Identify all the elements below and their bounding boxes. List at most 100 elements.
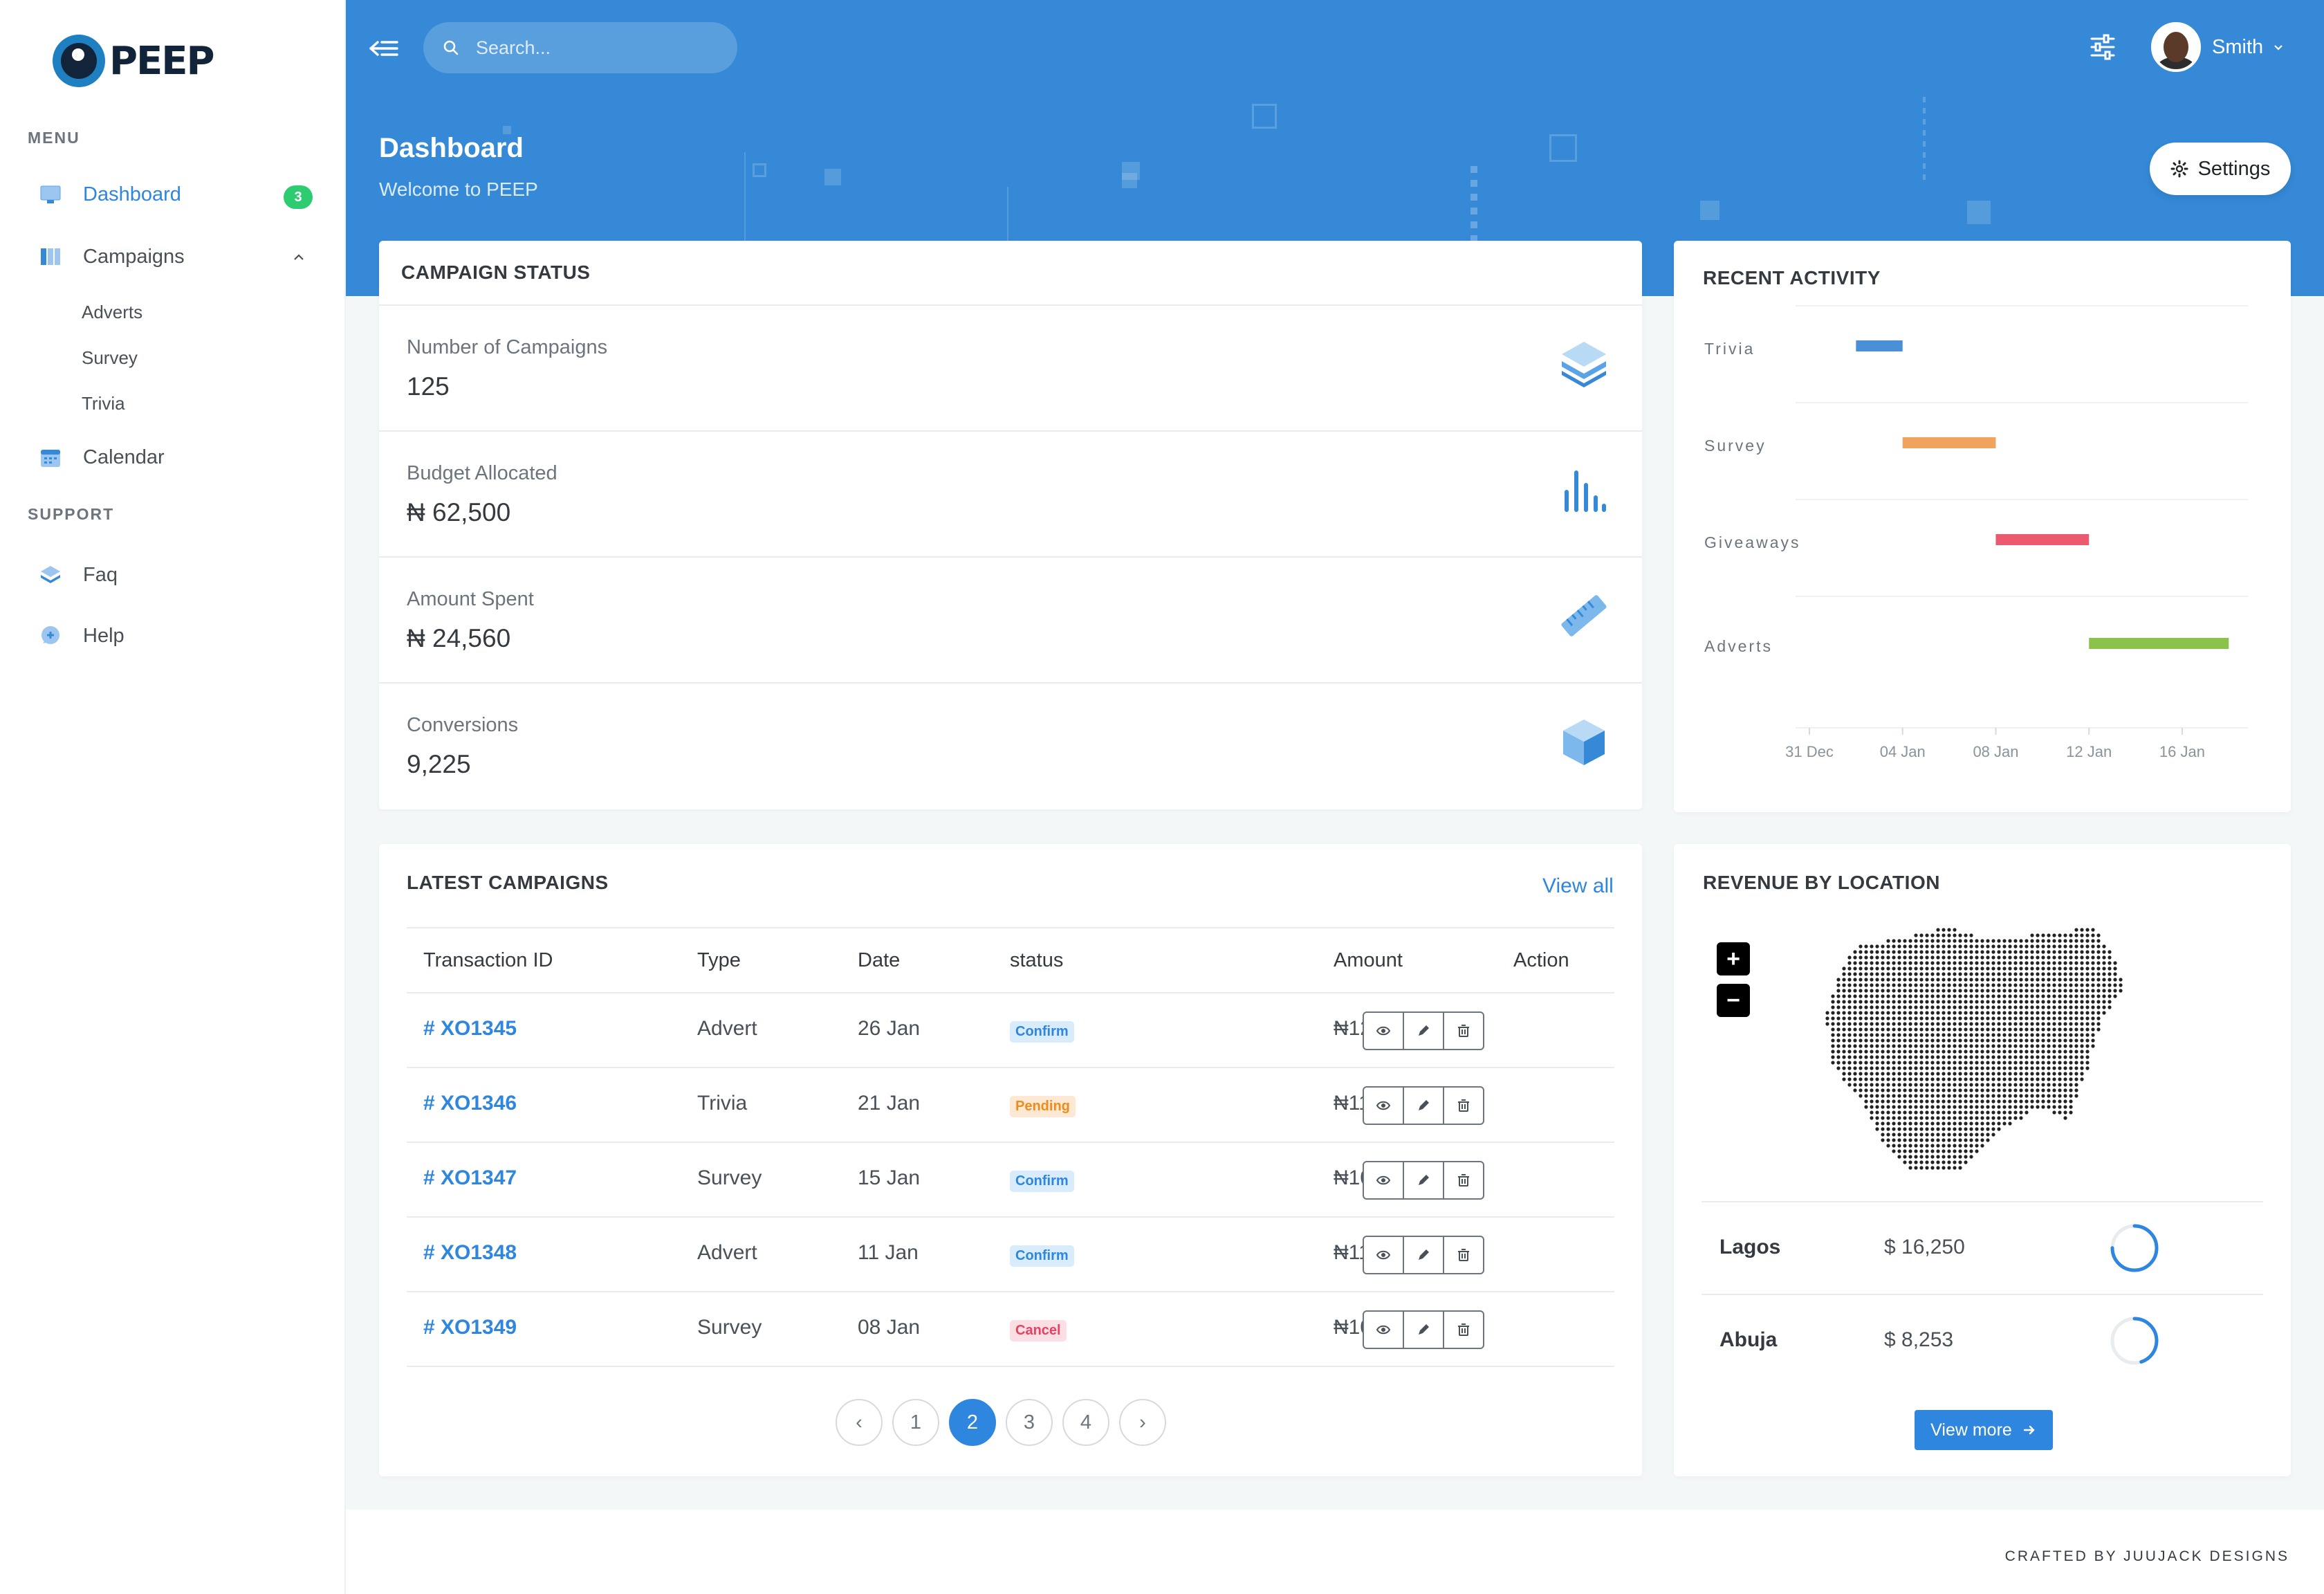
pencil-icon	[1419, 1324, 1429, 1335]
dot-map[interactable]	[1812, 920, 2137, 1172]
search-icon	[443, 40, 459, 55]
campaign-date: 26 Jan	[858, 1017, 921, 1040]
column-header[interactable]: Type	[697, 949, 741, 972]
chevron-up-icon[interactable]	[292, 250, 306, 264]
transaction-id-link[interactable]: # XO1347	[423, 1166, 517, 1190]
search-bar[interactable]	[423, 22, 737, 73]
delete-button[interactable]	[1443, 1161, 1484, 1200]
pagination-page-2[interactable]: 2	[949, 1399, 996, 1446]
activity-bar-trivia	[1856, 340, 1903, 351]
calendar-icon	[41, 450, 60, 467]
status-badge: Confirm	[1010, 1021, 1074, 1043]
trash-icon	[1458, 1025, 1469, 1037]
pagination-prev-button[interactable]: ‹	[836, 1399, 883, 1446]
ruler-icon	[1561, 595, 1607, 636]
layers-icon	[1562, 342, 1606, 387]
table-row: # XO1347 Survey 15 Jan ₦106 Confirm	[407, 1143, 1614, 1218]
view-all-link[interactable]: View all	[1542, 874, 1614, 898]
view-button[interactable]	[1363, 1011, 1404, 1050]
column-header[interactable]: status	[1010, 949, 1063, 972]
zoom-in-button[interactable]: +	[1717, 942, 1750, 975]
table-row: # XO1346 Trivia 21 Jan ₦112 Pending	[407, 1068, 1614, 1143]
page-title: Dashboard	[379, 133, 524, 163]
column-header[interactable]: Date	[858, 949, 900, 972]
sidebar-subitem-trivia[interactable]: Trivia	[82, 393, 125, 414]
decor-dots	[1923, 97, 1926, 180]
sidebar-item-campaigns[interactable]: Campaigns	[39, 245, 185, 268]
x-tick-label: 08 Jan	[1973, 743, 2018, 760]
delete-button[interactable]	[1443, 1011, 1484, 1050]
pagination-page-3[interactable]: 3	[1006, 1399, 1053, 1446]
chat-help-icon	[42, 626, 59, 644]
pagination-page-1[interactable]: 1	[892, 1399, 939, 1446]
search-input[interactable]	[476, 37, 711, 59]
edit-button[interactable]	[1403, 1011, 1444, 1050]
delete-button[interactable]	[1443, 1086, 1484, 1125]
location-amount: $ 8,253	[1884, 1328, 1954, 1351]
location-amount: $ 16,250	[1884, 1236, 1965, 1258]
location-row: Lagos $ 16,250	[1702, 1201, 2263, 1294]
location-city: Abuja	[1719, 1328, 1778, 1351]
pagination: ‹ 1 2 3 4 ›	[836, 1399, 1176, 1446]
pencil-icon	[1419, 1175, 1429, 1185]
gear-icon	[2170, 160, 2188, 178]
zoom-out-button[interactable]: −	[1717, 984, 1750, 1017]
edit-button[interactable]	[1403, 1236, 1444, 1274]
view-more-button[interactable]: View more	[1915, 1410, 2053, 1450]
transaction-id-link[interactable]: # XO1348	[423, 1241, 517, 1265]
user-name: Smith	[2212, 35, 2264, 58]
decor-dots	[1470, 166, 1477, 242]
view-button[interactable]	[1363, 1161, 1404, 1200]
pencil-icon	[1419, 1249, 1429, 1260]
sidebar-item-help[interactable]: Help	[39, 624, 124, 648]
activity-bar-survey	[1902, 437, 1996, 448]
sidebar-item-calendar[interactable]: Calendar	[39, 446, 165, 469]
status-row: Conversions 9,225	[379, 682, 1642, 808]
delete-button[interactable]	[1443, 1236, 1484, 1274]
sidebar-item-faq[interactable]: Faq	[39, 563, 118, 587]
transaction-id-link[interactable]: # XO1349	[423, 1316, 517, 1339]
column-header[interactable]: Amount	[1334, 949, 1403, 972]
campaign-date: 21 Jan	[858, 1092, 921, 1115]
decor-square	[1549, 134, 1577, 162]
view-button[interactable]	[1363, 1086, 1404, 1125]
card-title: CAMPAIGN STATUS	[401, 262, 591, 283]
pagination-page-4[interactable]: 4	[1062, 1399, 1109, 1446]
settings-button[interactable]: Settings	[2150, 143, 2291, 195]
trash-icon	[1458, 1174, 1469, 1187]
column-header[interactable]: Transaction ID	[423, 949, 553, 972]
view-button[interactable]	[1363, 1236, 1404, 1274]
logo[interactable]: PEEP	[53, 35, 215, 87]
eye-icon	[1376, 1101, 1391, 1110]
edit-button[interactable]	[1403, 1161, 1444, 1200]
delete-button[interactable]	[1443, 1310, 1484, 1349]
sidebar-subitem-survey[interactable]: Survey	[82, 347, 138, 369]
sidebar-subitem-adverts[interactable]: Adverts	[82, 302, 142, 323]
sidebar-item-label: Campaigns	[83, 245, 185, 268]
campaign-type: Trivia	[697, 1092, 748, 1115]
transaction-id-link[interactable]: # XO1346	[423, 1092, 517, 1115]
edit-button[interactable]	[1403, 1086, 1444, 1125]
menu-collapse-icon[interactable]	[368, 35, 400, 62]
decor-square	[1252, 104, 1277, 129]
pagination-next-button[interactable]: ›	[1119, 1399, 1166, 1446]
status-row: Amount Spent ₦ 24,560	[379, 556, 1642, 682]
decor-square	[1700, 201, 1719, 220]
view-more-label: View more	[1930, 1420, 2012, 1440]
user-menu[interactable]: Smith	[2151, 22, 2285, 72]
edit-button[interactable]	[1403, 1310, 1444, 1349]
column-header: Action	[1513, 949, 1569, 971]
status-label: Conversions	[407, 714, 519, 736]
sliders-icon[interactable]	[2087, 32, 2118, 62]
status-row: Budget Allocated ₦ 62,500	[379, 430, 1642, 556]
chevron-down-icon	[2274, 45, 2282, 51]
eye-logo-icon	[53, 35, 105, 87]
status-label: Amount Spent	[407, 588, 534, 610]
status-value: 9,225	[407, 750, 471, 778]
row-actions	[1363, 1236, 1484, 1274]
transaction-id-link[interactable]: # XO1345	[423, 1017, 517, 1041]
sidebar-item-dashboard[interactable]: Dashboard	[39, 183, 181, 206]
status-badge: Cancel	[1010, 1320, 1067, 1341]
decor-square	[824, 169, 841, 185]
view-button[interactable]	[1363, 1310, 1404, 1349]
